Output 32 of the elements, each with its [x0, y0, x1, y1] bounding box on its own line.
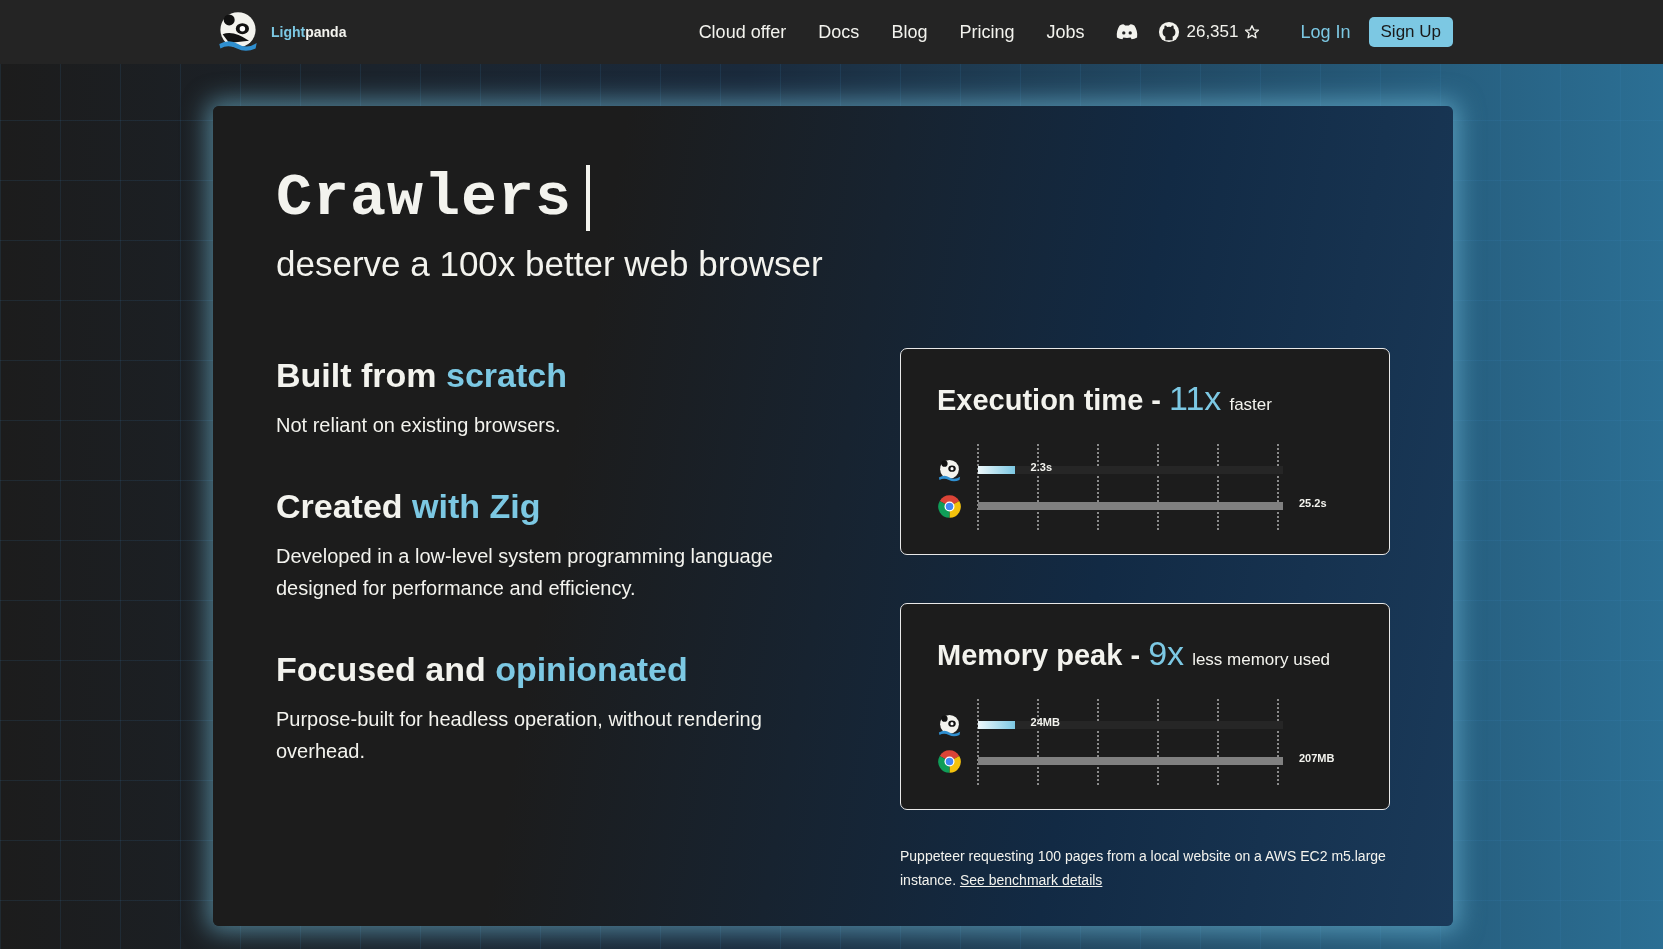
feature-description: Not reliant on existing browsers.	[276, 413, 562, 438]
brand-name[interactable]: Lightpanda	[271, 24, 347, 40]
cat-silhouette-icon[interactable]	[1158, 21, 1181, 43]
nav-link[interactable]: Docs	[818, 21, 860, 43]
sign-up-button[interactable]: Sign Up	[1368, 17, 1453, 47]
star-icon[interactable]	[1244, 24, 1261, 40]
panda-icon	[937, 712, 962, 738]
nav-link[interactable]: Pricing	[959, 21, 1015, 43]
text-cursor	[586, 165, 591, 231]
feature-title: Built from scratch	[276, 356, 568, 395]
feature-description: Developed in a low-level system programming language designed for performance and efficiency.	[276, 544, 774, 601]
hero-heading: Crawlers	[276, 164, 573, 232]
nav-link[interactable]: Jobs	[1046, 21, 1085, 43]
feature-description: Purpose-built for headless operation, without rendering overhead.	[276, 707, 763, 764]
nav-link[interactable]: Blog	[891, 21, 928, 43]
nav-link[interactable]: Cloud offer	[698, 21, 787, 43]
bar-value: 25.2s	[1299, 497, 1327, 509]
benchmark-title: Memory peak - 9x less memory used	[937, 633, 1332, 674]
bar-value: 2.3s	[1030, 461, 1052, 473]
chrome-icon	[937, 748, 962, 774]
benchmark-footnote: Puppeteer requesting 100 pages from a local website on a AWS EC2 m5.large instance. See benchmark details	[900, 847, 1387, 890]
feature-title: Focused and opinionated	[276, 650, 689, 689]
bar-value: 207MB	[1299, 752, 1335, 764]
bar-value: 24MB	[1030, 716, 1060, 728]
log-in-link[interactable]: Log In	[1300, 21, 1351, 43]
benchmark-details-link[interactable]: See benchmark details	[959, 872, 1103, 888]
hero-subheading: deserve a 100x better web browser	[276, 244, 824, 284]
chrome-icon	[937, 493, 962, 519]
benchmark-title: Execution time - 11x faster	[937, 378, 1273, 419]
feature-title: Created with Zig	[276, 487, 542, 526]
panda-icon	[937, 457, 962, 483]
star-count: 26,351	[1186, 22, 1239, 42]
